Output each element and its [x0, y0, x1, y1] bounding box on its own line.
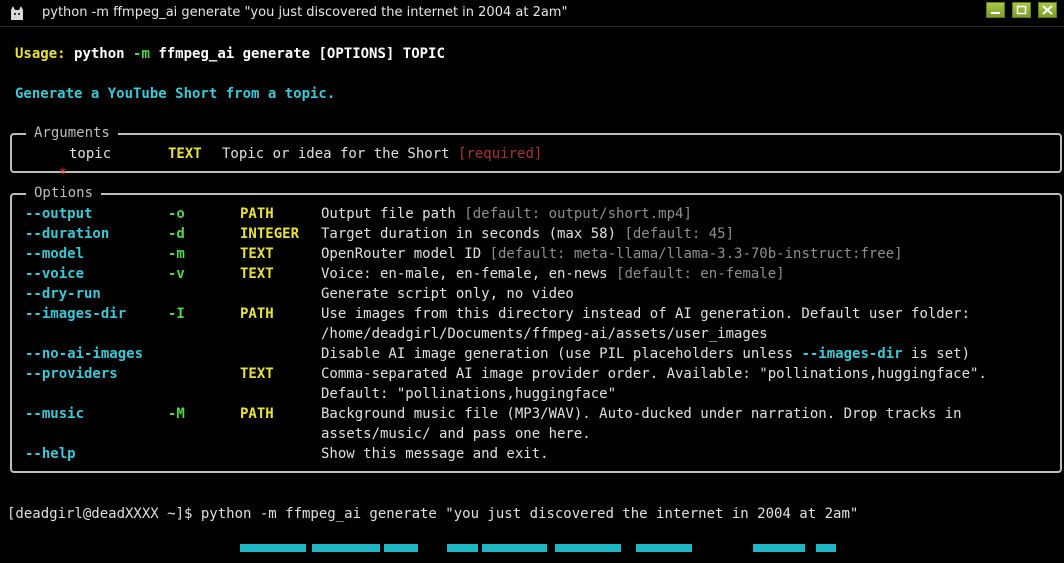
option-short: -d [168, 226, 185, 242]
option-help: Disable AI image generation (use PIL pla… [321, 344, 970, 364]
minimize-icon [991, 12, 1000, 14]
option-help-text: Target duration in seconds (max 58) [321, 226, 625, 242]
option-type: INTEGER [240, 226, 300, 242]
option-type: PATH [240, 406, 274, 422]
option-help: Comma-separated AI image provider order.… [321, 366, 987, 382]
option-help-text: Output file path [321, 206, 465, 222]
option-help: Output file path [default: output/short.… [321, 204, 692, 224]
required-marker: * [58, 166, 68, 182]
option-help: Target duration in seconds (max 58) [def… [321, 224, 734, 244]
usage-command: python [74, 46, 125, 62]
option-default: [default: en-female] [616, 266, 785, 282]
option-long: --no-ai-images [25, 346, 144, 362]
option-type: PATH [240, 306, 274, 322]
terminal-output[interactable]: Usage: python -m ffmpeg_ai generate [OPT… [0, 27, 1064, 563]
maximize-button[interactable] [1012, 2, 1031, 18]
argument-name: topic [69, 146, 112, 162]
option-help-text: OpenRouter model ID [321, 246, 490, 262]
option-type: TEXT [240, 366, 274, 382]
option-type: TEXT [240, 246, 274, 262]
usage-label: Usage: [15, 46, 66, 62]
option-long: --music [25, 406, 85, 422]
argument-row: * [25, 144, 67, 182]
required-tag: [required] [458, 146, 543, 162]
description: Generate a YouTube Short from a topic. [15, 86, 336, 102]
usage-flag: -m [133, 46, 150, 62]
option-long: --dry-run [25, 286, 101, 302]
option-help-text: Voice: en-male, en-female, en-news [321, 266, 617, 282]
option-short: -M [168, 406, 185, 422]
option-help: Voice: en-male, en-female, en-news [defa… [321, 264, 785, 284]
option-help-continued: Default: "pollinations,huggingface" [321, 386, 617, 402]
option-short: -I [168, 306, 185, 322]
window-titlebar: python -m ffmpeg_ai generate "you just d… [0, 0, 1064, 27]
option-long: --duration [25, 226, 110, 242]
option-short: -o [168, 206, 185, 222]
option-short: -v [168, 266, 185, 282]
option-long: --providers [25, 366, 118, 382]
option-help-continued: /home/deadgirl/Documents/ffmpeg-ai/asset… [321, 326, 768, 342]
usage-command-rest: ffmpeg_ai generate [OPTIONS] TOPIC [158, 46, 445, 62]
options-title: Options [26, 183, 102, 203]
option-long: --output [25, 206, 93, 222]
option-short: -m [168, 246, 185, 262]
option-type: TEXT [240, 266, 274, 282]
argument-type: TEXT [168, 146, 202, 162]
arguments-title: Arguments [26, 123, 118, 143]
option-type: PATH [240, 206, 274, 222]
option-help: OpenRouter model ID [default: meta-llama… [321, 244, 903, 264]
maximize-icon [1016, 5, 1027, 15]
option-long: --help [25, 446, 76, 462]
option-help: Generate script only, no video [321, 286, 574, 302]
option-long: --images-dir [25, 306, 127, 322]
argument-help: Topic or idea for the Short [required] [222, 144, 542, 164]
cat-icon[interactable] [8, 4, 26, 22]
option-help-text: Disable AI image generation (use PIL pla… [321, 346, 802, 362]
minimize-button[interactable] [986, 2, 1005, 18]
option-help: Use images from this directory instead o… [321, 306, 971, 322]
window-title: python -m ffmpeg_ai generate "you just d… [42, 5, 568, 20]
option-default: [default: 45] [624, 226, 735, 242]
option-help: Background music file (MP3/WAV). Auto-du… [321, 406, 962, 422]
option-help-tail: is set) [902, 346, 971, 362]
option-help-continued: assets/music/ and pass one here. [321, 426, 591, 442]
option-long: --model [25, 246, 85, 262]
option-help: Show this message and exit. [321, 446, 549, 462]
argument-help-text: Topic or idea for the Short [222, 146, 450, 162]
close-button[interactable] [1038, 2, 1057, 18]
close-icon [1042, 5, 1053, 15]
option-help-flag: --images-dir [801, 346, 903, 362]
usage-line: Usage: python -m ffmpeg_ai generate [OPT… [15, 44, 445, 64]
option-default: [default: output/short.mp4] [464, 206, 692, 222]
shell-prompt[interactable]: [deadgirl@deadXXXX ~]$ python -m ffmpeg_… [7, 504, 858, 524]
option-default: [default: meta-llama/llama-3.3-70b-instr… [489, 246, 903, 262]
option-long: --voice [25, 266, 85, 282]
